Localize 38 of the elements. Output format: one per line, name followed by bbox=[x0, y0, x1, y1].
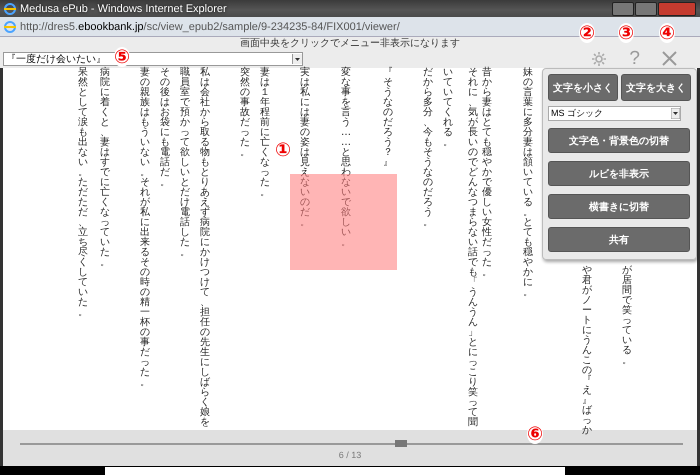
window-title: Medusa ePub - Windows Internet Explorer bbox=[20, 2, 228, 14]
caret-icon bbox=[671, 108, 680, 119]
text-column: が居間で笑っている。 bbox=[621, 266, 633, 366]
settings-icon[interactable] bbox=[591, 50, 608, 66]
notice-text: 画面中央をクリックでメニュー非表示になります bbox=[240, 36, 460, 50]
text-column: 妻の親族はもういない。それが私に出来るその時の精一杯の事だった。 bbox=[139, 68, 151, 388]
browser-icon bbox=[4, 2, 16, 14]
menu-button[interactable]: 横書きに切替 bbox=[548, 194, 690, 219]
text-column: 病院に着くと、妻はすでに亡くなっていた。 bbox=[99, 68, 111, 268]
text-column: 『そうなのだろう？』 bbox=[382, 68, 394, 168]
text-column: 実は私には妻の姿は見えないのだ。 bbox=[299, 68, 311, 228]
text-column: 妹の言葉に多分妻は頷いている。とても穏やかに。 bbox=[522, 68, 534, 298]
menu-button[interactable]: ルビを非表示 bbox=[548, 161, 690, 186]
menu-button[interactable]: 共有 bbox=[548, 227, 690, 252]
text-column: や君がノートにうんこの『え』ばっか bbox=[581, 266, 593, 436]
close-icon[interactable] bbox=[662, 51, 677, 66]
text-column: 変な事を言う……と思わないで欲しい。 bbox=[340, 68, 352, 248]
text-column: 私は会社から取る物もとりあえず病院にかけつけて、担任の先生にしばらく娘を bbox=[199, 68, 211, 428]
browser-icon bbox=[4, 20, 16, 32]
text-column: それに、気が長いのでどんなつまらない話でも「うんうん」とにっこり笑って聞 bbox=[467, 68, 479, 428]
page-counter: 6 / 13 bbox=[338, 450, 362, 460]
menu-button[interactable]: 文字色・背景色の切替 bbox=[548, 128, 690, 153]
text-column: 妻は１年程前に亡くなった。 bbox=[259, 68, 271, 198]
slider-thumb[interactable] bbox=[395, 440, 408, 447]
text-column: 職員室で預かって欲しいとだけ電話した。 bbox=[179, 68, 191, 258]
font-size-button[interactable]: 文字を小さく bbox=[548, 74, 618, 101]
font-size-button[interactable]: 文字を大きく bbox=[621, 74, 691, 101]
text-column: 突然の事故だった。 bbox=[239, 68, 251, 158]
text-column: だから多分、今もそうなのだろう。 bbox=[422, 68, 434, 228]
minimize-button[interactable] bbox=[612, 2, 634, 16]
text-column: その後はお袋にも電話だ。 bbox=[159, 68, 171, 188]
maximize-button[interactable] bbox=[635, 2, 657, 16]
caret-icon bbox=[292, 54, 302, 64]
close-button[interactable] bbox=[658, 2, 696, 16]
text-column: 呆然として涙も出ない。ただただ、立ち尽くしていた。 bbox=[77, 68, 89, 318]
text-column: いていてくれる。 bbox=[442, 68, 454, 148]
text-column: 昔から妻はとても穏やかで優しい女性だった。 bbox=[481, 68, 493, 278]
font-select[interactable]: MS ゴシック bbox=[548, 106, 681, 121]
